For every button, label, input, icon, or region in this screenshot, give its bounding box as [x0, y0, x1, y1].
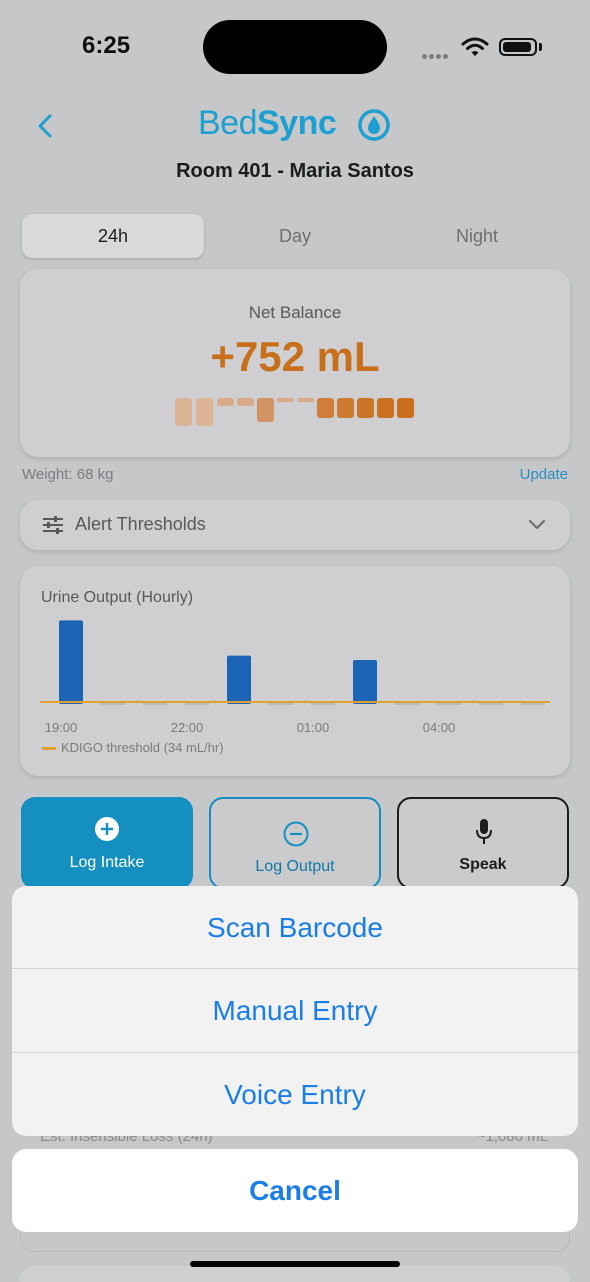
voice-entry-option[interactable]: Voice Entry — [12, 1053, 578, 1136]
battery-tip — [539, 43, 542, 51]
urine-bar-empty — [143, 703, 167, 705]
speak-button[interactable]: Speak — [397, 797, 569, 889]
next-card-edge — [20, 1266, 570, 1282]
cancel-button[interactable]: Cancel — [12, 1149, 578, 1232]
water-drop-icon — [358, 109, 390, 141]
tab-day[interactable]: Day — [204, 214, 386, 258]
trend-bar — [217, 398, 234, 406]
trend-bar — [237, 398, 254, 406]
scan-barcode-option[interactable]: Scan Barcode — [12, 886, 578, 970]
status-time: 6:25 — [82, 32, 131, 59]
weight-text: Weight: 68 kg — [22, 466, 114, 483]
trend-bar — [377, 398, 394, 418]
microphone-icon — [476, 819, 492, 844]
time-range-tabs: 24h Day Night — [22, 214, 568, 258]
x-tick-label: 22:00 — [171, 720, 204, 735]
logo-text-1: Bed — [198, 104, 258, 142]
chevron-down-icon — [528, 519, 546, 530]
update-weight-link[interactable]: Update — [520, 466, 568, 483]
x-tick-label: 04:00 — [423, 720, 456, 735]
tab-night[interactable]: Night — [386, 214, 568, 258]
tab-24h[interactable]: 24h — [22, 214, 204, 258]
log-output-label: Log Output — [255, 858, 335, 875]
urine-bar — [227, 655, 251, 704]
speak-label: Speak — [459, 856, 507, 873]
patient-title: Room 401 - Maria Santos — [176, 160, 414, 182]
log-intake-button[interactable]: Log Intake — [21, 797, 193, 889]
home-indicator — [190, 1261, 400, 1267]
urine-bar-empty — [395, 703, 419, 705]
log-output-button[interactable]: Log Output — [209, 797, 381, 889]
dynamic-island — [203, 20, 387, 74]
urine-bar — [353, 660, 377, 704]
urine-bar — [59, 620, 83, 704]
minus-circle-icon — [283, 821, 309, 847]
log-intake-label: Log Intake — [69, 854, 145, 871]
trend-bar — [297, 398, 314, 402]
plus-circle-icon — [95, 817, 119, 841]
x-tick-label: 01:00 — [297, 720, 330, 735]
net-balance-label: Net Balance — [248, 303, 342, 322]
urine-bar-empty — [269, 703, 293, 705]
trend-bar — [317, 398, 334, 418]
trend-bar — [337, 398, 354, 418]
trend-bar — [257, 398, 274, 422]
trend-bar — [277, 398, 294, 402]
trend-bar — [196, 398, 213, 426]
x-tick-label: 19:00 — [45, 720, 78, 735]
trend-bar — [397, 398, 414, 418]
battery-icon — [499, 38, 537, 56]
urine-bar-empty — [311, 703, 335, 705]
alert-thresholds-label: Alert Thresholds — [75, 514, 206, 534]
summary-card-edge — [20, 1230, 570, 1252]
back-chevron-icon[interactable] — [34, 110, 58, 142]
logo-text-2: Sync — [257, 104, 337, 142]
trend-bar — [175, 398, 192, 426]
signal-icon — [422, 46, 450, 64]
urine-bar-empty — [479, 703, 503, 705]
net-balance-card: Net Balance +752 mL — [20, 269, 570, 457]
legend-swatch — [42, 747, 56, 750]
urine-bar-empty — [185, 703, 209, 705]
app-logo: BedSync — [198, 104, 337, 143]
urine-bar-empty — [101, 703, 125, 705]
manual-entry-option[interactable]: Manual Entry — [12, 969, 578, 1053]
urine-bar-empty — [521, 703, 545, 705]
net-balance-value: +752 mL — [210, 333, 380, 380]
wifi-icon — [461, 37, 489, 56]
trend-bar — [357, 398, 374, 418]
sliders-icon — [43, 516, 63, 534]
entry-action-sheet: Scan Barcode Manual Entry Voice Entry — [12, 886, 578, 1136]
urine-bar-empty — [437, 703, 461, 705]
legend-label: KDIGO threshold (34 mL/hr) — [61, 740, 224, 755]
